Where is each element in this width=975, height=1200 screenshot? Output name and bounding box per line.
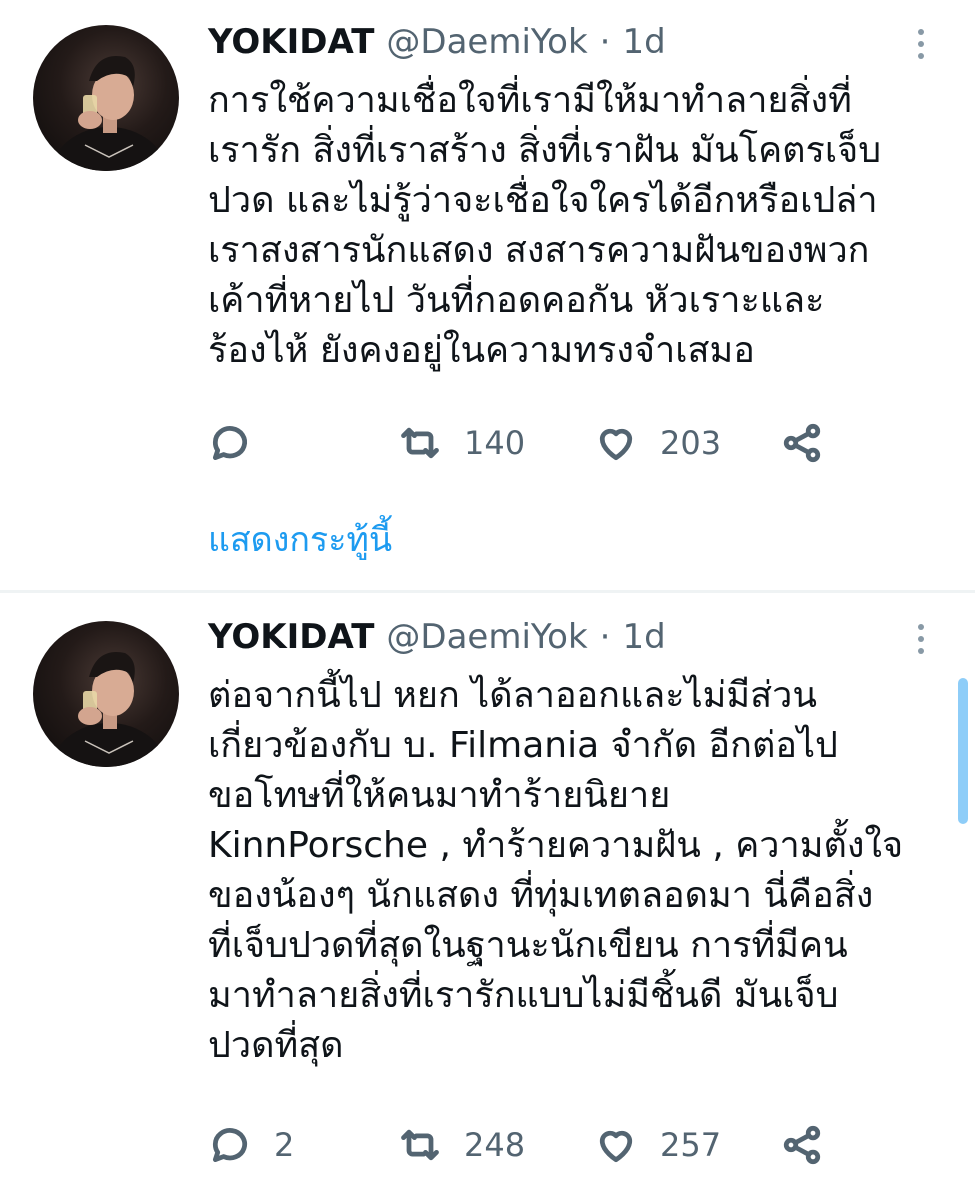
share-button[interactable] (780, 418, 824, 468)
reply-count: 2 (274, 1126, 295, 1164)
avatar-photo (51, 652, 167, 767)
share-button[interactable] (780, 1120, 824, 1170)
retweet-icon (401, 427, 439, 459)
like-button[interactable]: 257 (594, 1120, 721, 1170)
tweet-text-line: มาทำลายสิ่งที่เรารักแบบไม่มีชิ้นดี มันเจ… (208, 975, 839, 1016)
tweet-text-line: เราสงสารนักแสดง สงสารความฝันของพวก (208, 230, 870, 271)
tweet-text-line: เค้าที่หายไป วันที่กอดคอกัน หัวเราะและ (208, 280, 825, 321)
more-vertical-icon[interactable] (906, 617, 936, 661)
tweet-actions: 2 248 257 (208, 1120, 848, 1170)
like-count: 203 (660, 424, 722, 462)
tweet-text-line: เกี่ยวข้องกับ บ. Filmania จำกัด อีกต่อไป (208, 725, 838, 766)
scrollbar[interactable] (958, 678, 968, 824)
author-handle[interactable]: @DaemiYok (386, 617, 587, 657)
tweet-text: การใช้ความเชื่อใจที่เรามีให้มาทำลายสิ่งท… (208, 76, 948, 376)
tweet-text-line: เรารัก สิ่งที่เราสร้าง สิ่งที่เราฝัน มัน… (208, 130, 882, 171)
retweet-button[interactable]: 140 (398, 418, 525, 468)
heart-icon (599, 1130, 633, 1163)
tweet-text-line: ขอโทษที่ให้คนมาทำร้ายนิยาย (208, 775, 671, 816)
reply-button[interactable]: 2 (208, 1120, 294, 1170)
like-count: 257 (660, 1126, 722, 1164)
like-button[interactable]: 203 (594, 418, 721, 468)
tweet-text-line: ต่อจากนี้ไป หยก ได้ลาออกและไม่มีส่วน (208, 675, 817, 716)
tweet-text-line: KinnPorsche , ทำร้ายความฝัน , ความตั้งใจ (208, 825, 904, 866)
avatar[interactable] (33, 621, 179, 767)
heart-icon (599, 428, 633, 461)
share-icon (783, 1125, 821, 1165)
avatar-photo (51, 56, 167, 171)
tweet-text-line: ของน้องๆ นักแสดง ที่ทุ่มเทตลอดมา นี่คือส… (208, 875, 874, 916)
retweet-icon (401, 1129, 439, 1161)
tweet-text-line: การใช้ความเชื่อใจที่เรามีให้มาทำลายสิ่งท… (208, 80, 852, 121)
tweet-text: ต่อจากนี้ไป หยก ได้ลาออกและไม่มีส่วน เกี… (208, 671, 948, 1071)
show-thread-link[interactable]: แสดงกระทู้นี้ (208, 512, 392, 566)
retweet-button[interactable]: 248 (398, 1120, 525, 1170)
author-name[interactable]: YOKIDAT (208, 22, 374, 62)
author-name[interactable]: YOKIDAT (208, 617, 374, 657)
separator-dot: · (599, 22, 611, 62)
retweet-count: 248 (464, 1126, 526, 1164)
author-handle[interactable]: @DaemiYok (386, 22, 587, 62)
tweet-actions: 140 203 (208, 418, 848, 468)
reply-icon (212, 1128, 247, 1163)
tweet-text-line: ร้องไห้ ยังคงอยู่ในความทรงจำเสมอ (208, 330, 755, 371)
retweet-count: 140 (464, 424, 526, 462)
tweet[interactable]: YOKIDAT @DaemiYok · 1d การใช้ความเชื่อใจ… (0, 0, 975, 590)
tweet[interactable]: YOKIDAT @DaemiYok · 1d ต่อจากนี้ไป หยก ไ… (0, 593, 975, 1200)
separator-dot: · (599, 617, 611, 657)
tweet-text-line: ปวด และไม่รู้ว่าจะเชื่อใจใครได้อีกหรือเป… (208, 180, 878, 221)
more-vertical-icon[interactable] (906, 22, 936, 66)
share-icon (783, 423, 821, 463)
reply-icon (212, 426, 247, 461)
tweet-text-line: ปวดที่สุด (208, 1025, 344, 1066)
avatar[interactable] (33, 25, 179, 171)
reply-button[interactable] (208, 418, 274, 468)
timestamp[interactable]: 1d (622, 617, 665, 657)
timestamp[interactable]: 1d (622, 22, 665, 62)
tweet-text-line: ที่เจ็บปวดที่สุดในฐานะนักเขียน การที่มีค… (208, 925, 848, 966)
